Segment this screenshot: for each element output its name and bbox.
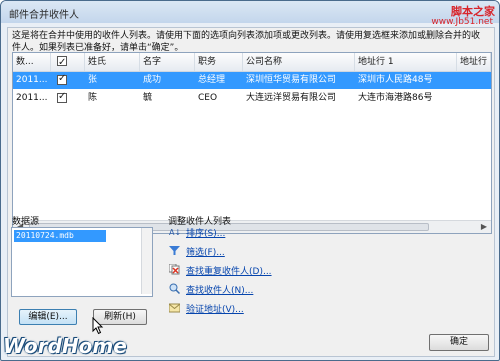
find-duplicates-link[interactable]: 查找重复收件人(D)...	[169, 263, 309, 277]
cell-source: 2011...	[16, 93, 48, 103]
cell-title: CEO	[198, 93, 218, 103]
watermark-url: www.Jb51.net	[431, 17, 493, 27]
mouse-cursor-icon	[92, 317, 104, 335]
find-duplicates-link-label[interactable]: 查找重复收件人(D)...	[186, 264, 272, 277]
cell-company: 深圳恒华贸易有限公司	[246, 75, 337, 85]
recipient-table[interactable]: 数... 姓氏 名字 职务 公司名称 地址行 1 地址行 2011... 张 成…	[12, 52, 492, 234]
datasource-listbox[interactable]: 20110724.mdb	[11, 227, 153, 297]
col-header-address2[interactable]: 地址行	[457, 53, 491, 71]
row-checkbox[interactable]	[57, 73, 67, 85]
sort-link[interactable]: A↓ 排序(S)...	[169, 225, 309, 239]
select-all-checkbox[interactable]	[57, 54, 67, 71]
col-header-address1[interactable]: 地址行 1	[355, 53, 457, 71]
datasource-label: 数据源	[12, 217, 40, 227]
duplicates-icon	[169, 264, 180, 275]
cell-first-name: 成功	[143, 75, 162, 85]
cell-address: 大连市海港路86号	[358, 93, 433, 103]
col-header-title[interactable]: 职务	[195, 53, 243, 71]
svg-text:A↓: A↓	[169, 228, 180, 237]
edit-button[interactable]: 编辑(E)...	[19, 309, 77, 325]
col-header-source[interactable]: 数...	[13, 53, 51, 71]
title-bar: 邮件合并收件人 脚本之家 www.Jb51.net	[1, 1, 499, 27]
table-header: 数... 姓氏 名字 职务 公司名称 地址行 1 地址行	[13, 53, 491, 72]
scroll-right-icon[interactable]: ▶	[481, 222, 487, 231]
row-checkbox[interactable]	[57, 91, 67, 103]
datasource-item[interactable]: 20110724.mdb	[14, 230, 106, 242]
validate-address-link-label[interactable]: 验证地址(V)...	[186, 302, 244, 315]
cell-source: 2011...	[16, 75, 48, 85]
ok-button[interactable]: 确定	[429, 334, 489, 351]
find-recipient-link-label[interactable]: 查找收件人(N)...	[186, 283, 253, 296]
filter-icon	[169, 246, 180, 255]
col-header-last-name[interactable]: 姓氏	[85, 53, 140, 71]
dialog-title: 邮件合并收件人	[9, 10, 79, 21]
sort-icon: A↓	[169, 228, 180, 237]
filter-link-label[interactable]: 筛选(F)...	[186, 245, 225, 258]
listbox-scrollbar[interactable]	[141, 228, 152, 294]
filter-link[interactable]: 筛选(F)...	[169, 244, 309, 258]
wordhome-watermark: WordHome	[3, 334, 127, 358]
table-row[interactable]: 2011... 张 成功 总经理 深圳恒华贸易有限公司 深圳市人民路48号	[13, 72, 491, 89]
cell-address: 深圳市人民路48号	[358, 75, 433, 85]
find-icon	[169, 283, 180, 294]
col-header-check[interactable]	[51, 53, 85, 71]
col-header-first-name[interactable]: 名字	[140, 53, 195, 71]
cell-first-name: 毓	[143, 93, 153, 103]
cell-last-name: 张	[88, 75, 98, 85]
mail-merge-recipients-dialog: 邮件合并收件人 脚本之家 www.Jb51.net 这是将在合并中使用的收件人列…	[0, 0, 500, 361]
cell-title: 总经理	[198, 75, 226, 85]
col-header-company[interactable]: 公司名称	[243, 53, 355, 71]
find-recipient-link[interactable]: 查找收件人(N)...	[169, 282, 309, 296]
table-row[interactable]: 2011... 陈 毓 CEO 大连远洋贸易有限公司 大连市海港路86号	[13, 90, 491, 107]
cell-last-name: 陈	[88, 93, 98, 103]
validate-icon	[169, 303, 180, 313]
sort-link-label[interactable]: 排序(S)...	[186, 226, 225, 239]
instructions-text: 这是将在合并中使用的收件人列表。请使用下面的选项向列表添加项或更改列表。请使用复…	[12, 31, 481, 53]
cell-company: 大连远洋贸易有限公司	[246, 93, 337, 103]
validate-address-link[interactable]: 验证地址(V)...	[169, 301, 309, 315]
